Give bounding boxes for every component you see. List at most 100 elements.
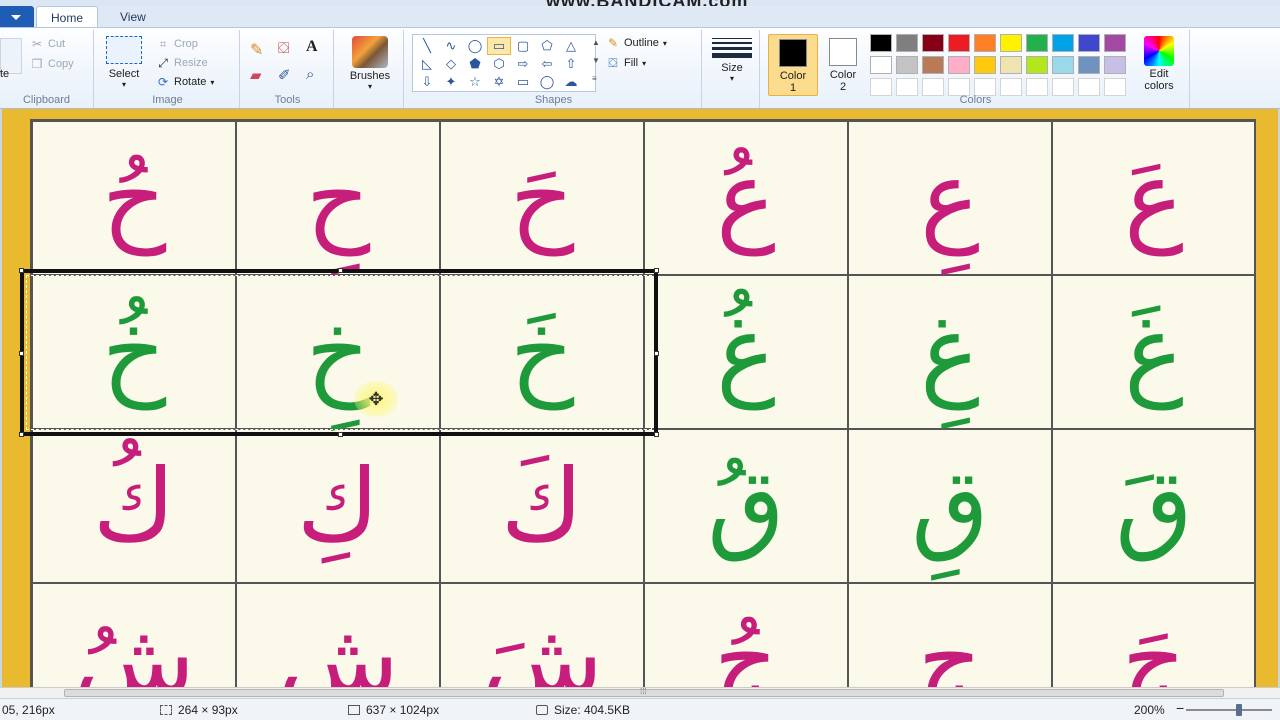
arabic-letter: شُ: [72, 601, 196, 688]
horizontal-scrollbar[interactable]: ⁞⁞⁞: [0, 687, 1280, 698]
down-arrow-shape-icon[interactable]: ⇩: [415, 73, 439, 91]
shapes-expand-icon[interactable]: ≡: [592, 74, 597, 83]
zoom-slider-knob[interactable]: [1236, 704, 1242, 716]
color-2-button[interactable]: Color 2: [818, 34, 868, 96]
five-point-star-shape-icon[interactable]: ☆: [463, 73, 487, 91]
rectangle-shape-icon[interactable]: ▭: [487, 37, 511, 55]
selection-handle[interactable]: [338, 268, 343, 273]
palette-swatch[interactable]: [870, 56, 892, 74]
palette-swatch[interactable]: [1026, 34, 1048, 52]
palette-swatch[interactable]: [896, 56, 918, 74]
copy-button[interactable]: ❐ Copy: [30, 57, 74, 71]
color-picker-icon[interactable]: ✐: [278, 66, 291, 84]
palette-swatch[interactable]: [1078, 56, 1100, 74]
zoom-slider[interactable]: [1186, 709, 1272, 711]
pencil-icon[interactable]: ✎: [250, 40, 263, 60]
palette-swatch[interactable]: [922, 34, 944, 52]
palette-swatch[interactable]: [1026, 56, 1048, 74]
letter-cell: عَ: [1052, 121, 1256, 275]
left-arrow-shape-icon[interactable]: ⇦: [535, 55, 559, 73]
crop-icon: ⌗: [159, 37, 167, 51]
selection-handle[interactable]: [19, 268, 24, 273]
brushes-button[interactable]: Brushes ▾: [342, 36, 398, 91]
shapes-scroll-down-icon[interactable]: ▼: [592, 56, 600, 65]
triangle-shape-icon[interactable]: △: [559, 37, 583, 55]
selection-handle[interactable]: [654, 351, 659, 356]
palette-swatch[interactable]: [1078, 34, 1100, 52]
palette-swatch[interactable]: [896, 34, 918, 52]
clipboard-label: Clipboard: [22, 94, 71, 106]
selection-handle[interactable]: [19, 432, 24, 437]
oval-shape-icon[interactable]: ◯: [463, 37, 487, 55]
file-menu-button[interactable]: [0, 6, 34, 28]
polygon-shape-icon[interactable]: ⬠: [535, 37, 559, 55]
selection-handle[interactable]: [654, 432, 659, 437]
text-tool-icon[interactable]: A: [306, 38, 318, 56]
letter-cell: شِ: [236, 583, 440, 687]
palette-swatch[interactable]: [870, 34, 892, 52]
cut-button[interactable]: ✂ Cut: [30, 37, 65, 51]
eraser-icon[interactable]: ▰: [250, 66, 262, 84]
diamond-shape-icon[interactable]: ◇: [439, 55, 463, 73]
four-point-star-shape-icon[interactable]: ✦: [439, 73, 463, 91]
palette-swatch[interactable]: [922, 56, 944, 74]
line-shape-icon[interactable]: ╲: [415, 37, 439, 55]
crop-button[interactable]: ⌗ Crop: [156, 37, 198, 51]
pentagon-shape-icon[interactable]: ⬟: [463, 55, 487, 73]
palette-swatch[interactable]: [974, 34, 996, 52]
chevron-down-icon: ▾: [729, 74, 734, 83]
shapes-scroll-up-icon[interactable]: ▲: [592, 38, 600, 47]
hexagon-shape-icon[interactable]: ⬡: [487, 55, 511, 73]
paste-button[interactable]: te: [0, 68, 9, 80]
tab-home[interactable]: Home: [36, 6, 99, 28]
rounded-rectangle-shape-icon[interactable]: ▢: [511, 37, 535, 55]
palette-swatch[interactable]: [1000, 34, 1022, 52]
image-canvas[interactable]: حُ حِ حَ عُ عِ عَ خُ خِ خَ غُ غِ غَ كُ كِ كَ قُ قِ قَ شُ شِ…: [2, 109, 1278, 687]
right-triangle-shape-icon[interactable]: ◺: [415, 55, 439, 73]
colors-group: Color 1 Color 2 Edit colors Colors: [762, 30, 1190, 108]
color-2-swatch: [829, 38, 857, 66]
callout-rect-shape-icon[interactable]: ▭: [511, 73, 535, 91]
color-1-button[interactable]: Color 1: [768, 34, 818, 96]
select-button[interactable]: Select ▾: [102, 36, 146, 89]
palette-swatch[interactable]: [1104, 34, 1126, 52]
palette-swatch[interactable]: [1052, 34, 1074, 52]
edit-colors-button[interactable]: Edit colors: [1134, 34, 1184, 92]
rotate-button[interactable]: ⟳ Rotate ▾: [156, 75, 214, 89]
selection-handle[interactable]: [19, 351, 24, 356]
resize-button[interactable]: ⤢ Resize: [156, 56, 207, 70]
curve-shape-icon[interactable]: ∿: [439, 37, 463, 55]
fill-bucket-icon[interactable]: ⛋: [278, 40, 289, 57]
ribbon-tab-bar: [0, 6, 1280, 28]
palette-swatch[interactable]: [948, 56, 970, 74]
outline-button[interactable]: ✎ Outline ▾: [606, 36, 667, 50]
selection-handle[interactable]: [654, 268, 659, 273]
file-size: Size: 404.5KB: [536, 703, 630, 717]
fill-button[interactable]: ⛋ Fill ▾: [606, 56, 646, 70]
letter-cell: عُ: [644, 121, 848, 275]
palette-swatch[interactable]: [1052, 56, 1074, 74]
palette-swatch[interactable]: [1104, 56, 1126, 74]
image-label: Image: [152, 94, 183, 106]
callout-cloud-shape-icon[interactable]: ☁: [559, 73, 583, 91]
tab-view[interactable]: View: [106, 6, 160, 28]
selection-handle[interactable]: [338, 432, 343, 437]
selection-rectangle[interactable]: [19, 268, 659, 437]
arabic-letter: جِ: [917, 601, 983, 688]
palette-swatch[interactable]: [974, 56, 996, 74]
up-arrow-shape-icon[interactable]: ⇧: [559, 55, 583, 73]
magnifier-icon[interactable]: ⌕: [306, 66, 314, 83]
outline-pen-icon: ✎: [607, 36, 619, 50]
palette-row: [870, 34, 1126, 52]
copy-icon: ❐: [31, 57, 43, 71]
canvas-area[interactable]: حُ حِ حَ عُ عِ عَ خُ خِ خَ غُ غِ غَ كُ كِ كَ قُ قِ قَ شُ شِ…: [0, 109, 1280, 687]
six-point-star-shape-icon[interactable]: ✡: [487, 73, 511, 91]
right-arrow-shape-icon[interactable]: ⇨: [511, 55, 535, 73]
size-button[interactable]: Size ▾: [708, 34, 756, 83]
letter-cell: غِ: [848, 275, 1052, 429]
palette-swatch[interactable]: [1000, 56, 1022, 74]
palette-swatch[interactable]: [948, 34, 970, 52]
zoom-out-button[interactable]: −: [1176, 700, 1184, 716]
rotate-icon: ⟳: [157, 75, 169, 89]
callout-oval-shape-icon[interactable]: ◯: [535, 73, 559, 91]
